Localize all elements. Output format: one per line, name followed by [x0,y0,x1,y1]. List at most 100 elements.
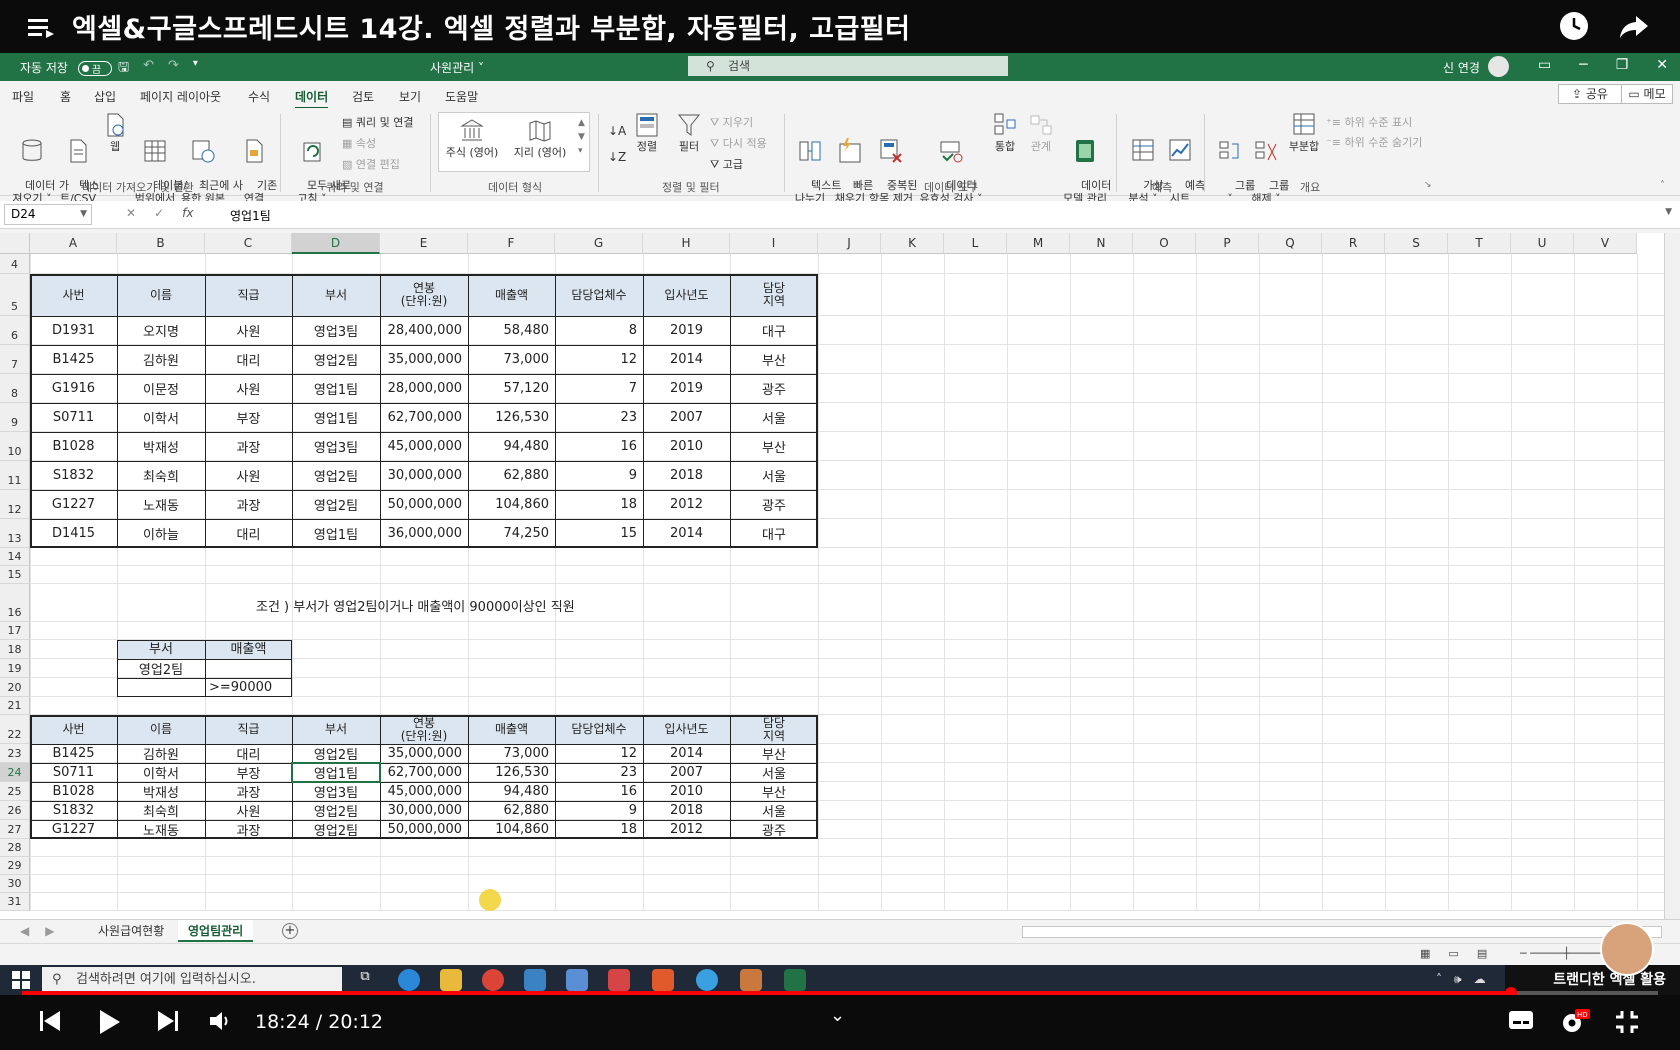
employee-table-cell[interactable]: D1415 [30,519,117,548]
row-header[interactable]: 27 [0,820,30,839]
queries-connections-button[interactable]: ▤ 쿼리 및 연결 [342,114,413,130]
employee-table-cell[interactable]: 28,000,000 [380,374,468,403]
geography-button[interactable]: 지리 (영어) [510,118,570,159]
filter-button[interactable]: 필터 [674,112,704,153]
page-layout-view-icon[interactable]: ▭ [1448,947,1458,960]
employee-table-cell[interactable]: B1028 [30,432,117,461]
employee-table-cell[interactable]: 영업3팀 [292,316,380,345]
tab-page-layout[interactable]: 페이지 레이아웃 [140,88,221,105]
column-header[interactable]: M [1007,233,1070,254]
row-header[interactable]: 25 [0,782,30,801]
filter-result-table-cell[interactable]: 서울 [730,763,818,782]
employee-table-header[interactable]: 담당업체수 [555,274,643,316]
employee-table-cell[interactable]: 30,000,000 [380,461,468,490]
employee-table-header[interactable]: 직급 [205,274,292,316]
employee-table-cell[interactable]: 2010 [643,432,730,461]
employee-table-cell[interactable]: 영업2팀 [292,461,380,490]
filter-result-table-cell[interactable]: 50,000,000 [380,820,468,839]
next-sheet-icon[interactable]: ▶ [45,924,54,938]
row-header[interactable]: 15 [0,566,30,584]
employee-table-cell[interactable]: G1916 [30,374,117,403]
employee-table-cell[interactable]: 김하원 [117,345,205,374]
employee-table-cell[interactable]: 이하늘 [117,519,205,548]
row-header[interactable]: 5 [0,274,30,316]
row-header[interactable]: 22 [0,715,30,744]
filter-result-table-cell[interactable]: 2010 [643,782,730,801]
taskbar-search[interactable]: ⚲ 검색하려면 여기에 입력하십시오. [42,967,342,993]
employee-table-cell[interactable]: 대리 [205,345,292,374]
exit-fullscreen-icon[interactable] [1614,1009,1640,1035]
row-header[interactable]: 11 [0,461,30,490]
filter-result-table-cell[interactable]: 2014 [643,744,730,763]
vertical-scrollbar[interactable] [1664,233,1680,919]
outline-dialog-launcher-icon[interactable]: ↘ [1424,180,1432,190]
column-header[interactable]: G [555,233,643,254]
employee-table-cell[interactable]: 영업3팀 [292,432,380,461]
filter-result-table-cell[interactable]: 영업3팀 [292,782,380,801]
column-header[interactable]: S [1385,233,1448,254]
filter-result-table-cell[interactable]: 부산 [730,744,818,763]
employee-table-cell[interactable]: 광주 [730,490,818,519]
column-header[interactable]: B [117,233,205,254]
filter-result-table-cell[interactable]: B1425 [30,744,117,763]
enter-icon[interactable]: ✓ [154,206,164,220]
tab-view[interactable]: 보기 [399,88,421,105]
row-header[interactable]: 30 [0,875,30,893]
employee-table-cell[interactable]: 과장 [205,490,292,519]
tab-file[interactable]: 파일 [12,88,34,105]
filter-result-table-cell[interactable]: 사원 [205,801,292,820]
document-name[interactable]: 사원관리 ˅ [430,59,484,76]
employee-table-cell[interactable]: 2019 [643,374,730,403]
criteria-cell[interactable]: >=90000 [205,678,292,697]
employee-table-header[interactable]: 입사년도 [643,274,730,316]
employee-table-cell[interactable]: 이문정 [117,374,205,403]
select-all-corner[interactable] [0,233,30,254]
excel-taskbar-icon[interactable] [784,969,806,991]
column-header[interactable]: Q [1259,233,1322,254]
filter-result-table-cell[interactable]: 2007 [643,763,730,782]
employee-table-cell[interactable]: 영업1팀 [292,403,380,432]
employee-table-cell[interactable]: 박재성 [117,432,205,461]
column-header[interactable]: P [1196,233,1259,254]
employee-table-cell[interactable]: 12 [555,345,643,374]
employee-table-cell[interactable]: 사원 [205,374,292,403]
page-break-view-icon[interactable]: ▤ [1477,947,1487,960]
employee-table-cell[interactable]: 영업2팀 [292,345,380,374]
employee-table-cell[interactable]: 대구 [730,316,818,345]
advanced-filter-button[interactable]: ⛛ 고급 [710,156,743,172]
search-box[interactable]: ⚲ 검색 [688,56,1008,76]
employee-table-cell[interactable]: 2012 [643,490,730,519]
filter-result-table-header[interactable]: 매출액 [468,715,555,744]
row-header[interactable]: 26 [0,801,30,820]
column-header[interactable]: O [1133,233,1196,254]
row-header[interactable]: 8 [0,374,30,403]
employee-table-header[interactable]: 매출액 [468,274,555,316]
windows-start-icon[interactable] [12,971,30,989]
filter-result-table-cell[interactable]: 영업2팀 [292,820,380,839]
column-header[interactable]: V [1574,233,1637,254]
column-header[interactable]: E [380,233,468,254]
employee-table-cell[interactable]: 부산 [730,432,818,461]
employee-table-cell[interactable]: 15 [555,519,643,548]
employee-table-cell[interactable]: 2014 [643,519,730,548]
filter-result-table-cell[interactable]: 영업2팀 [292,801,380,820]
sort-az-icons[interactable]: ↓A ↓Z [608,118,626,170]
formula-input[interactable]: 영업1팀 [230,207,271,224]
horizontal-scrollbar[interactable] [1022,926,1662,938]
row-header[interactable]: 10 [0,432,30,461]
add-sheet-button[interactable]: + [282,923,298,939]
employee-table-cell[interactable]: 35,000,000 [380,345,468,374]
employee-table-cell[interactable]: 서울 [730,403,818,432]
employee-table-cell[interactable]: 73,000 [468,345,555,374]
employee-table-cell[interactable]: 50,000,000 [380,490,468,519]
employee-table-cell[interactable]: 대구 [730,519,818,548]
filter-result-table-cell[interactable]: 35,000,000 [380,744,468,763]
watch-later-icon[interactable] [1558,10,1590,42]
filter-result-table-cell[interactable]: 이학서 [117,763,205,782]
name-box[interactable]: D24 ▼ [4,204,92,225]
column-header[interactable]: L [944,233,1007,254]
tray-chevron-icon[interactable]: ˄ [1436,972,1442,987]
sheet-tab-salary[interactable]: 사원급여현황 [88,920,174,942]
criteria-cell[interactable] [117,678,205,697]
filter-result-table-cell[interactable]: 과장 [205,782,292,801]
